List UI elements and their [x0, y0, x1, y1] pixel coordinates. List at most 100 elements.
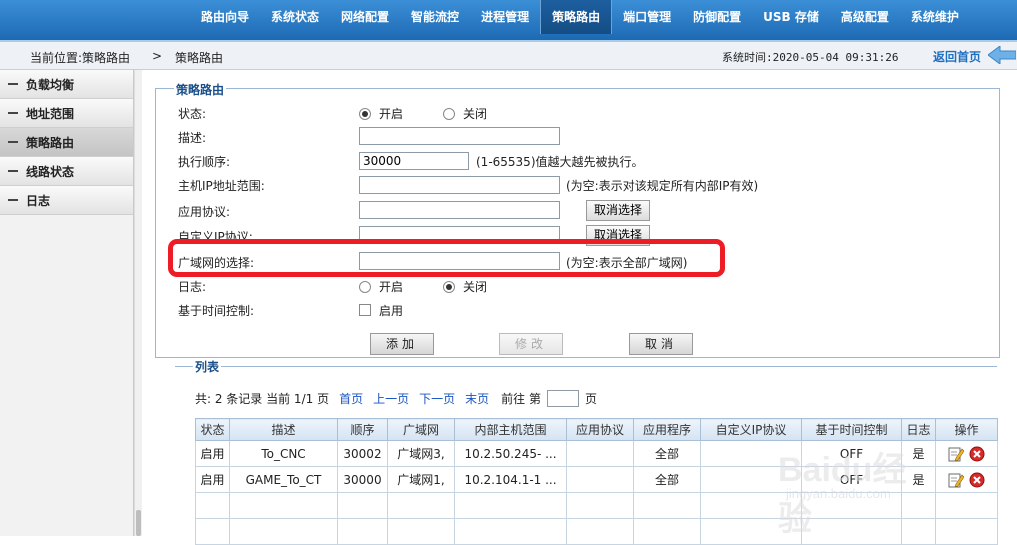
col-header-status[interactable]: 状态	[195, 418, 230, 441]
cell-order: 30002	[337, 440, 388, 467]
cell-host-range: 10.2.50.245- ...	[454, 440, 567, 467]
status-on-radio[interactable]	[359, 108, 371, 120]
sidebar-item-log[interactable]: 日志	[0, 186, 133, 215]
app-proto-cancel-select-button[interactable]: 取消选择	[586, 200, 651, 221]
cell-custom-ip	[700, 466, 802, 493]
sidebar-item-load-balance[interactable]: 负载均衡	[0, 70, 133, 99]
order-label: 执行顺序:	[178, 155, 231, 169]
breadcrumb-current: 策略路由	[175, 51, 224, 65]
page-unit-label: 页	[584, 392, 597, 406]
nav-item-defense-config[interactable]: 防御配置	[682, 0, 752, 34]
top-nav-bar: 路由向导 系统状态 网络配置 智能流控 进程管理 策略路由 端口管理 防御配置 …	[0, 0, 1017, 42]
status-off-label: 关闭	[463, 107, 488, 121]
sidebar-item-address-range[interactable]: 地址范围	[0, 99, 133, 128]
nav-item-process-mgmt[interactable]: 进程管理	[470, 0, 540, 34]
sidebar-item-label: 线路状态	[26, 164, 75, 179]
highlight-red-box	[168, 239, 725, 277]
nav-item-usb-storage[interactable]: USB 存储	[752, 0, 830, 34]
col-header-app[interactable]: 应用程序	[633, 418, 701, 441]
log-off-radio[interactable]	[443, 281, 455, 293]
cell-wan: 广域网3,	[387, 440, 455, 467]
cell-time-ctrl: OFF	[801, 466, 902, 493]
goto-page-input[interactable]	[546, 390, 579, 407]
nav-item-policy-routing[interactable]: 策略路由	[540, 0, 613, 34]
cell-app: 全部	[633, 466, 701, 493]
breadcrumb-bar: 当前位置:策略路由 > 策略路由 系统时间:2020-05-04 09:31:2…	[0, 42, 1017, 70]
log-on-radio[interactable]	[359, 281, 371, 293]
add-button[interactable]: 添加	[370, 333, 434, 355]
sidebar-item-line-status[interactable]: 线路状态	[0, 157, 133, 186]
sidebar-item-label: 日志	[26, 193, 51, 208]
nav-item-advanced-config[interactable]: 高级配置	[830, 0, 900, 34]
log-label: 日志:	[178, 280, 207, 294]
cell-wan: 广域网1,	[387, 466, 455, 493]
dash-icon	[8, 83, 18, 85]
nav-item-smart-flow[interactable]: 智能流控	[400, 0, 470, 34]
edit-icon[interactable]	[948, 472, 964, 488]
cell-app: 全部	[633, 440, 701, 467]
col-header-host-range[interactable]: 内部主机范围	[454, 418, 567, 441]
col-header-order[interactable]: 顺序	[337, 418, 388, 441]
time-ctrl-label: 基于时间控制:	[178, 304, 255, 318]
next-page-link[interactable]: 下一页	[419, 390, 455, 407]
col-header-desc[interactable]: 描述	[229, 418, 338, 441]
nav-item-route-wizard[interactable]: 路由向导	[190, 0, 260, 34]
host-ip-label: 主机IP地址范围:	[178, 179, 265, 193]
breadcrumb-separator: >	[152, 49, 163, 63]
delete-icon[interactable]	[969, 446, 985, 462]
time-ctrl-checkbox[interactable]	[359, 304, 371, 316]
col-header-log[interactable]: 日志	[901, 418, 936, 441]
col-header-time-ctrl[interactable]: 基于时间控制	[801, 418, 902, 441]
dash-icon	[8, 141, 18, 143]
system-time: 系统时间:2020-05-04 09:31:26	[722, 51, 899, 64]
log-off-label: 关闭	[463, 280, 488, 294]
delete-icon[interactable]	[969, 472, 985, 488]
table-row-empty	[195, 518, 998, 545]
nav-item-network-config[interactable]: 网络配置	[330, 0, 400, 34]
first-page-link[interactable]: 首页	[339, 390, 363, 407]
top-nav-items: 路由向导 系统状态 网络配置 智能流控 进程管理 策略路由 端口管理 防御配置 …	[190, 0, 970, 34]
dash-icon	[8, 170, 18, 172]
dash-icon	[8, 199, 18, 201]
table-row[interactable]: 启用 To_CNC 30002 广域网3, 10.2.50.245- ... 全…	[195, 440, 998, 467]
table-row[interactable]: 启用 GAME_To_CT 30000 广域网1, 10.2.104.1-1 .…	[195, 466, 998, 493]
col-header-ops: 操作	[935, 418, 998, 441]
desc-label: 描述:	[178, 131, 207, 145]
back-arrow-icon[interactable]	[988, 46, 1016, 64]
sidebar-item-label: 负载均衡	[26, 77, 75, 92]
nav-item-system-maint[interactable]: 系统维护	[900, 0, 970, 34]
policy-route-table: 状态 描述 顺序 广域网 内部主机范围 应用协议 应用程序 自定义IP协议 基于…	[195, 418, 998, 545]
desc-input[interactable]	[359, 127, 560, 145]
cell-ops	[935, 466, 998, 493]
host-ip-input[interactable]	[359, 176, 560, 194]
nav-item-system-status[interactable]: 系统状态	[260, 0, 330, 34]
nav-item-port-mgmt[interactable]: 端口管理	[612, 0, 682, 34]
cell-status: 启用	[195, 440, 230, 467]
pagination: 共: 2 条记录 当前 1/1 页 首页 上一页 下一页 末页 前往 第 页	[195, 390, 597, 407]
app-proto-input[interactable]	[359, 201, 560, 219]
edit-icon[interactable]	[948, 446, 964, 462]
sidebar-scrollbar[interactable]	[134, 70, 142, 536]
modify-button[interactable]: 修改	[499, 333, 563, 355]
cell-log: 是	[901, 466, 936, 493]
cancel-button[interactable]: 取消	[629, 333, 693, 355]
status-off-radio[interactable]	[443, 108, 455, 120]
prev-page-link[interactable]: 上一页	[373, 390, 409, 407]
order-input[interactable]	[359, 152, 469, 170]
cell-time-ctrl: OFF	[801, 440, 902, 467]
col-header-wan[interactable]: 广域网	[387, 418, 455, 441]
table-header-row: 状态 描述 顺序 广域网 内部主机范围 应用协议 应用程序 自定义IP协议 基于…	[195, 418, 998, 441]
sidebar-item-policy-routing[interactable]: 策略路由	[0, 128, 133, 157]
record-summary: 共: 2 条记录 当前 1/1 页	[195, 392, 330, 406]
col-header-custom-ip[interactable]: 自定义IP协议	[700, 418, 802, 441]
scrollbar-thumb[interactable]	[136, 510, 141, 536]
col-header-app-proto[interactable]: 应用协议	[566, 418, 634, 441]
cell-app-proto	[566, 440, 634, 467]
order-hint: (1-65535)值越大越先被执行。	[476, 155, 644, 169]
last-page-link[interactable]: 末页	[465, 390, 489, 407]
breadcrumb-location: 当前位置:策略路由	[30, 51, 131, 65]
time-ctrl-enable-label: 启用	[379, 304, 404, 318]
log-on-label: 开启	[379, 280, 404, 294]
cell-host-range: 10.2.104.1-1 ...	[454, 466, 567, 493]
home-link[interactable]: 返回首页	[933, 48, 981, 65]
